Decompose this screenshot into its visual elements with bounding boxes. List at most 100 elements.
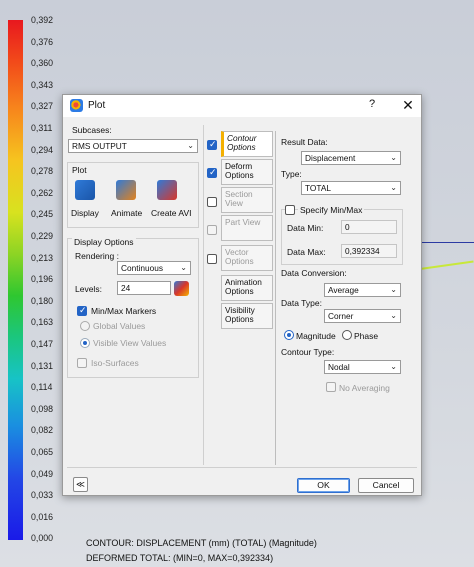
help-button[interactable]: ? [364, 98, 380, 114]
deformed-caption: DEFORMED TOTAL: (MIN=0, MAX=0,392334) [86, 553, 274, 563]
display-icon[interactable] [75, 180, 95, 200]
animate-button-label[interactable]: Animate [111, 208, 142, 218]
model-edge-line [420, 242, 474, 243]
global-values-radio[interactable] [80, 321, 90, 331]
contour-caption: CONTOUR: DISPLACEMENT (mm) (TOTAL) (Magn… [86, 538, 317, 548]
section-view-checkbox[interactable] [207, 197, 217, 207]
legend-tick-label: 0,098 [31, 403, 54, 414]
tab-part-view[interactable]: Part View [221, 215, 273, 241]
vector-options-checkbox[interactable] [207, 254, 217, 264]
tab-animation-options[interactable]: Animation Options [221, 275, 273, 301]
magnitude-radio[interactable] [284, 330, 294, 340]
type-value: TOTAL [305, 183, 331, 193]
chevron-down-icon: ⌄ [180, 263, 187, 272]
contour-type-value: Nodal [328, 362, 350, 372]
color-map-icon[interactable] [174, 281, 189, 296]
legend-tick-label: 0,131 [31, 360, 54, 371]
data-min-label: Data Min: [287, 223, 324, 233]
display-button-label[interactable]: Display [71, 208, 99, 218]
legend-tick-label: 0,180 [31, 295, 54, 306]
chevron-down-icon: ⌄ [390, 285, 397, 294]
create-avi-icon[interactable] [157, 180, 177, 200]
rendering-label: Rendering : [75, 251, 119, 261]
footer-divider [67, 467, 417, 468]
data-conversion-value: Average [328, 285, 359, 295]
app-logo-icon [70, 99, 83, 112]
minmax-markers-checkbox[interactable] [77, 305, 87, 316]
subcase-select[interactable]: RMS OUTPUT ⌄ [68, 139, 198, 153]
levels-label: Levels: [75, 284, 102, 294]
tab-contour-options[interactable]: Contour Options [221, 131, 273, 157]
dialog-titlebar: Plot ? ✕ [63, 95, 421, 117]
data-type-select[interactable]: Corner ⌄ [324, 309, 401, 323]
chevron-down-icon: ⌄ [390, 311, 397, 320]
result-data-value: Displacement [305, 153, 356, 163]
rendering-value: Continuous [121, 263, 163, 273]
create-avi-button-label[interactable]: Create AVI [151, 208, 191, 218]
chevron-down-icon: ⌄ [187, 141, 194, 150]
legend-tick-label: 0,049 [31, 468, 54, 479]
phase-radio[interactable] [342, 330, 352, 340]
contour-options-checkbox[interactable] [207, 139, 217, 150]
legend-tick-label: 0,196 [31, 274, 54, 285]
rendering-select[interactable]: Continuous ⌄ [117, 261, 191, 275]
iso-surfaces-checkbox[interactable] [77, 358, 87, 368]
data-conversion-label: Data Conversion: [281, 268, 347, 278]
subcase-value: RMS OUTPUT [72, 141, 127, 151]
display-options-label: Display Options [72, 237, 136, 247]
minmax-markers-label: Min/Max Markers [91, 306, 157, 316]
collapse-button[interactable]: ≪ [73, 477, 88, 492]
tab-deform-options[interactable]: Deform Options [221, 159, 273, 185]
data-type-label: Data Type: [281, 298, 322, 308]
magnitude-label: Magnitude [296, 331, 336, 341]
chevron-down-icon: ⌄ [390, 362, 397, 371]
result-data-select[interactable]: Displacement ⌄ [301, 151, 401, 165]
tab-section-view[interactable]: Section View [221, 187, 273, 213]
legend-tick-label: 0,360 [31, 58, 54, 69]
no-averaging-label: No Averaging [339, 383, 390, 393]
close-icon[interactable]: ✕ [399, 97, 417, 115]
ok-button[interactable]: OK [297, 478, 350, 493]
global-values-label: Global Values [93, 321, 146, 331]
legend-tick-label: 0,000 [31, 533, 54, 544]
cancel-button[interactable]: Cancel [358, 478, 414, 493]
legend-color-bar [8, 20, 23, 540]
legend-tick-label: 0,278 [31, 166, 54, 177]
content-divider [275, 131, 276, 465]
specify-minmax-label: Specify Min/Max [298, 205, 365, 215]
levels-input[interactable]: 24 [117, 281, 171, 295]
part-view-checkbox[interactable] [207, 225, 217, 235]
plot-dialog: Plot ? ✕ Subcases: RMS OUTPUT ⌄ Plot Dis… [62, 94, 422, 496]
tab-vector-options[interactable]: Vector Options [221, 245, 273, 271]
legend-tick-label: 0,213 [31, 252, 54, 263]
chevron-down-icon: ⌄ [390, 183, 397, 192]
animate-icon[interactable] [116, 180, 136, 200]
legend-tick-label: 0,147 [31, 339, 54, 349]
tab-visibility-options[interactable]: Visibility Options [221, 303, 273, 329]
specify-minmax-checkbox[interactable] [285, 205, 295, 215]
deform-options-checkbox[interactable] [207, 167, 217, 178]
legend-tick-label: 0,262 [31, 187, 54, 198]
phase-label: Phase [354, 331, 379, 341]
type-label: Type: [281, 169, 302, 179]
iso-surfaces-label: Iso-Surfaces [91, 358, 139, 368]
legend-tick-label: 0,082 [31, 425, 54, 436]
no-averaging-checkbox[interactable] [326, 382, 336, 392]
legend-tick-label: 0,343 [31, 79, 54, 90]
data-min-field[interactable]: 0 [341, 220, 397, 234]
legend-tick-label: 0,229 [31, 231, 54, 241]
type-select[interactable]: TOTAL ⌄ [301, 181, 401, 195]
legend-tick-label: 0,016 [31, 511, 54, 522]
data-max-label: Data Max: [287, 247, 326, 257]
plot-group-label: Plot [72, 165, 87, 175]
contour-type-select[interactable]: Nodal ⌄ [324, 360, 401, 374]
visible-view-values-radio[interactable] [80, 338, 90, 348]
data-type-value: Corner [328, 311, 354, 321]
legend-tick-label: 0,245 [31, 209, 54, 220]
model-deformed-line [419, 260, 474, 270]
data-conversion-select[interactable]: Average ⌄ [324, 283, 401, 297]
data-max-field[interactable]: 0,392334 [341, 244, 397, 258]
legend-tick-label: 0,392 [31, 15, 54, 25]
visible-view-values-label: Visible View Values [93, 338, 167, 348]
legend-tick-label: 0,311 [31, 123, 53, 133]
